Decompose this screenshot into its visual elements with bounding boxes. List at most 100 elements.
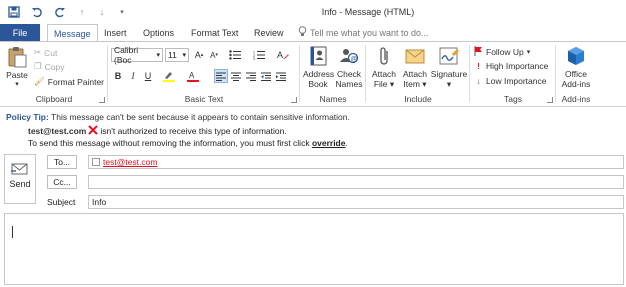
to-field[interactable]: test@test.com [88, 155, 624, 169]
follow-up-button[interactable]: Follow Up ▾ [474, 46, 530, 58]
check-names-button[interactable]: @ Check Names [334, 45, 364, 89]
override-link[interactable]: override [312, 138, 346, 148]
numbering-icon[interactable]: 123 [252, 48, 266, 62]
check-names-label-1: Check [336, 69, 362, 79]
align-center-icon[interactable] [229, 69, 243, 83]
address-book-label-1: Address [303, 69, 335, 79]
addins-group-label: Add-ins [561, 94, 591, 104]
increase-font-icon[interactable]: A ▴ [192, 48, 206, 62]
low-importance-button[interactable]: ↓ Low Importance [474, 76, 546, 86]
address-book-label-2: Book [308, 79, 328, 89]
policy-recipient-line: test@test.com isn't authorized to receiv… [28, 125, 287, 138]
decrease-indent-icon[interactable] [259, 69, 273, 83]
tags-group-label: Tags [504, 94, 522, 104]
follow-up-label: Follow Up [486, 47, 524, 57]
align-right-icon[interactable] [244, 69, 258, 83]
copy-label: Copy [44, 61, 65, 72]
format-painter-button[interactable]: 🖌 Format Painter [34, 76, 104, 87]
decrease-font-icon[interactable]: A ▾ [207, 48, 221, 62]
align-left-icon[interactable] [214, 69, 228, 83]
text-cursor [12, 226, 13, 238]
include-group: Attach File ▾ Attach Item ▾ Signature ▾ … [366, 42, 470, 105]
paste-button[interactable]: Paste ▾ [4, 46, 30, 90]
include-group-label: Include [404, 94, 432, 104]
cc-button[interactable]: Cc... [47, 175, 77, 189]
basic-text-group-label: Basic Text [184, 94, 224, 104]
increase-indent-icon[interactable] [274, 69, 288, 83]
attach-file-button[interactable]: Attach File ▾ [369, 45, 399, 89]
clipboard-launcher-icon[interactable] [99, 97, 105, 103]
address-book-button[interactable]: Address Book [303, 45, 335, 89]
font-size-value: 11 [168, 50, 177, 60]
office-addins-icon [565, 45, 587, 67]
attach-item-button[interactable]: Attach Item ▾ [400, 45, 430, 89]
attach-file-label-1: Attach [371, 69, 397, 79]
low-importance-label: Low Importance [486, 76, 547, 86]
address-book-icon [307, 45, 329, 67]
cc-field[interactable] [88, 175, 624, 189]
policy-tip-bar: Policy Tip: This message can't be sent b… [0, 107, 626, 153]
send-button[interactable]: Send [4, 154, 36, 204]
tell-me-placeholder: Tell me what you want to do... [310, 27, 429, 38]
error-x-icon [88, 125, 99, 138]
check-names-label-2: Names [335, 79, 363, 89]
policy-recipient: test@test.com [28, 126, 87, 136]
attach-item-label-2: Item [403, 79, 420, 89]
tab-insert[interactable]: Insert [104, 28, 127, 38]
envelope-icon [404, 45, 426, 67]
tags-launcher-icon[interactable] [547, 97, 553, 103]
paste-label: Paste [6, 70, 28, 80]
policy-override-line: To send this message without removing th… [28, 138, 348, 149]
window-title: Info - Message (HTML) [321, 7, 415, 17]
svg-text:A: A [189, 71, 195, 80]
to-button[interactable]: To... [47, 155, 77, 169]
basic-text-launcher-icon[interactable] [291, 97, 297, 103]
tags-group: Follow Up ▾ ! High Importance ↓ Low Impor… [470, 42, 556, 105]
tab-format-text[interactable]: Format Text [191, 28, 238, 38]
policy-override-text: To send this message without removing th… [28, 138, 310, 148]
paperclip-icon [373, 45, 395, 67]
addins-group: Office Add-ins Add-ins [556, 42, 596, 105]
font-color-icon[interactable]: A [186, 69, 200, 83]
format-painter-label: Format Painter [47, 76, 105, 87]
policy-tip-label: Policy Tip: [6, 112, 49, 122]
bold-icon[interactable]: B [111, 69, 125, 83]
font-name-value: Calibri (Boc [114, 45, 139, 65]
font-name-combo[interactable]: Calibri (Boc ▾ [111, 45, 163, 65]
flag-icon [474, 46, 483, 58]
scissors-icon: ✂ [34, 47, 42, 57]
svg-text:@: @ [351, 56, 358, 63]
tell-me-box[interactable]: Tell me what you want to do... [298, 26, 429, 39]
copy-button[interactable]: ❐ Copy [34, 61, 64, 72]
office-addins-label-1: Office [564, 69, 588, 79]
tab-file[interactable]: File [0, 24, 40, 41]
high-importance-button[interactable]: ! High Importance [474, 61, 548, 71]
tab-message[interactable]: Message [47, 24, 98, 42]
chevron-down-icon: ▾ [182, 52, 186, 59]
tab-review[interactable]: Review [254, 28, 284, 38]
highlight-icon[interactable] [162, 69, 176, 83]
high-importance-label: High Importance [486, 61, 549, 71]
underline-icon[interactable]: U [141, 69, 155, 83]
bullets-icon[interactable] [228, 48, 242, 62]
signature-button[interactable]: Signature ▾ [430, 45, 468, 89]
cut-button[interactable]: ✂ Cut [34, 47, 57, 58]
office-addins-label-2: Add-ins [561, 79, 591, 89]
quick-access-toolbar: ↑ ↓ ▾ Info - Message (HTML) [0, 0, 626, 24]
clear-formatting-icon[interactable]: A [276, 48, 290, 62]
policy-tip-message: This message can't be sent because it ap… [51, 112, 350, 122]
copy-icon: ❐ [34, 61, 42, 71]
send-label: Send [9, 179, 31, 189]
attach-file-label-2: File [373, 79, 388, 89]
arrow-down-icon: ↓ [476, 76, 481, 86]
names-group: Address Book @ Check Names Names [300, 42, 366, 105]
policy-recipient-message: isn't authorized to receive this type of… [100, 126, 287, 136]
tab-options[interactable]: Options [143, 28, 174, 38]
office-addins-button[interactable]: Office Add-ins [558, 45, 594, 89]
chevron-down-icon: ▾ [156, 52, 160, 59]
font-size-combo[interactable]: 11 ▾ [165, 48, 189, 62]
italic-icon[interactable]: I [126, 69, 140, 83]
message-body[interactable] [4, 213, 624, 285]
to-recipient[interactable]: test@test.com [103, 157, 157, 167]
subject-field[interactable]: Info [88, 195, 624, 209]
